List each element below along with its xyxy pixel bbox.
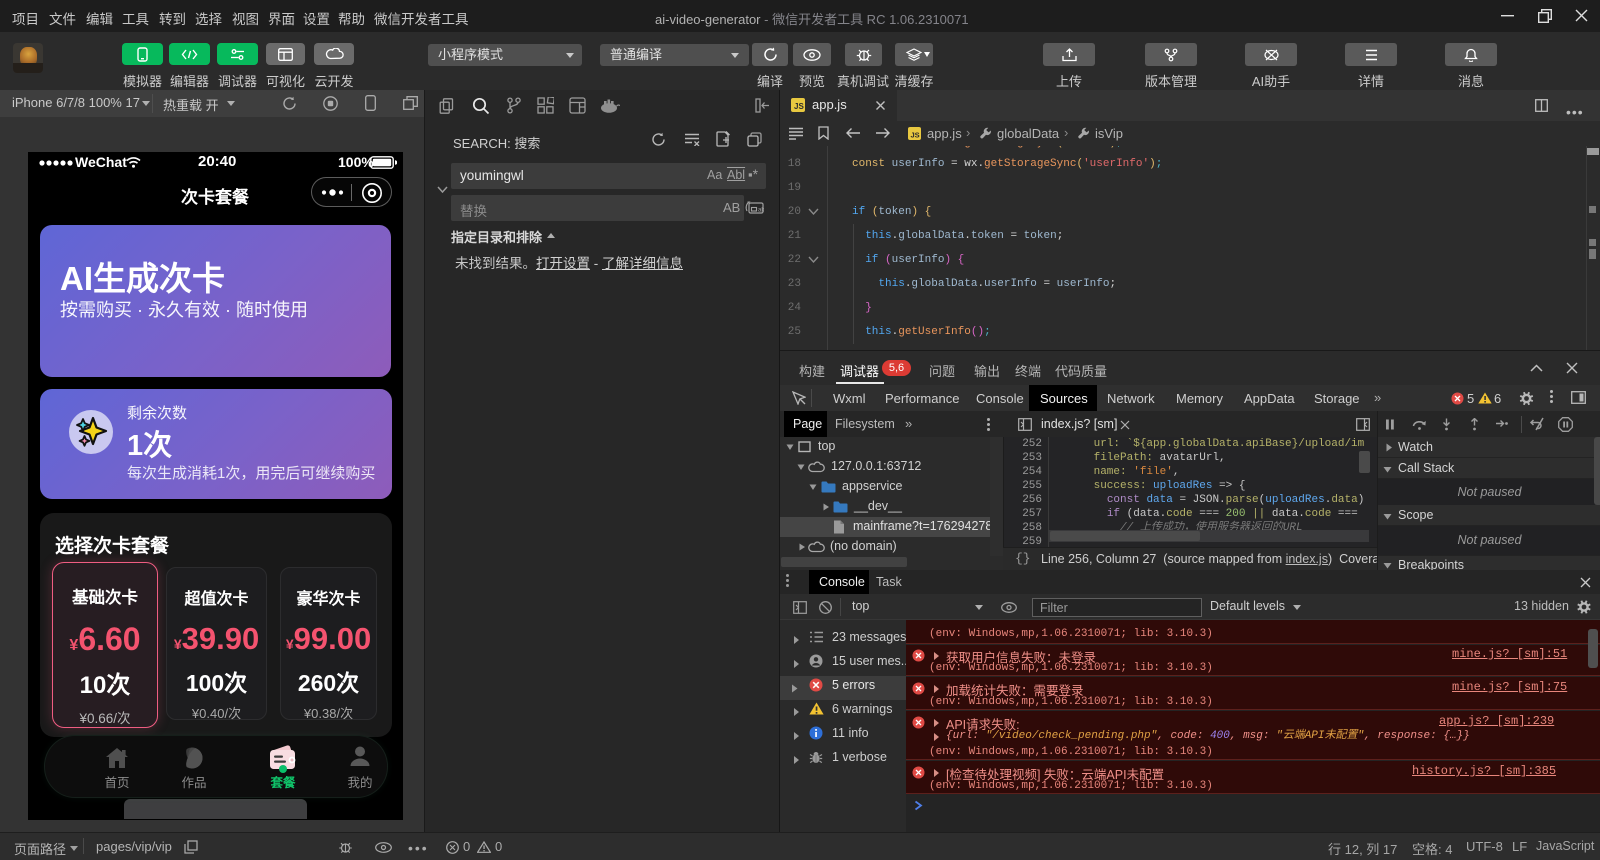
- svg-text:ab: ab: [758, 208, 764, 214]
